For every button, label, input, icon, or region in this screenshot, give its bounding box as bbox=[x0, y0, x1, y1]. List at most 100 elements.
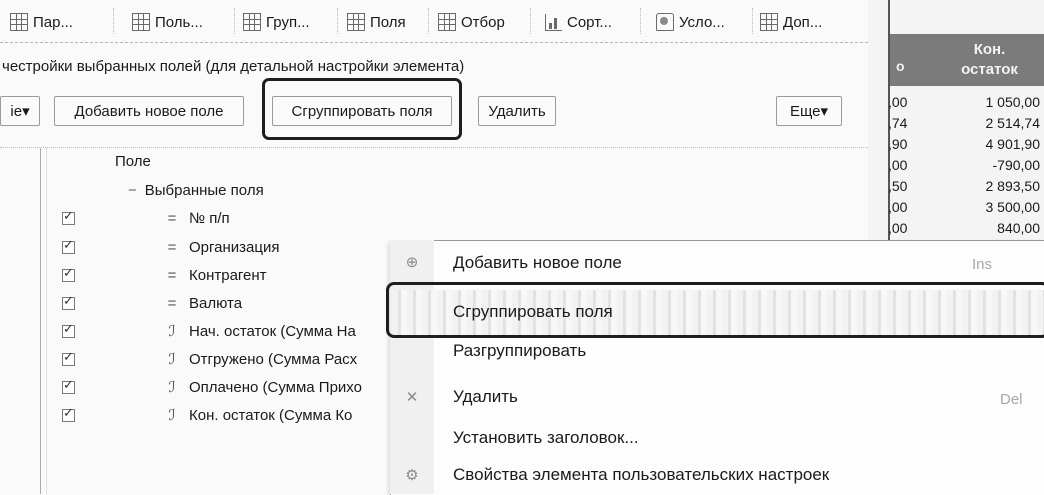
tab-parameters[interactable]: Пар... bbox=[10, 9, 73, 35]
tree-item[interactable]: = Организация bbox=[165, 236, 280, 258]
tree-item-label: № п/п bbox=[189, 209, 230, 227]
report-cell-end-balance: 1 050,00 bbox=[985, 94, 1041, 110]
left-dropdown-button[interactable]: ie▾ bbox=[0, 96, 40, 126]
tree-item[interactable]: = Контрагент bbox=[165, 264, 267, 286]
tree-item-label: Организация bbox=[189, 238, 280, 256]
tree-item-label: Валюта bbox=[189, 294, 243, 312]
report-header-title: Кон. остаток bbox=[935, 40, 1044, 80]
parameters-icon bbox=[10, 13, 28, 31]
conditional-format-icon bbox=[656, 13, 674, 31]
group-label: Выбранные поля bbox=[144, 181, 264, 199]
tree-item-label: Оплачено (Сумма Прихо bbox=[189, 378, 362, 396]
menu-item-ungroup[interactable]: Разгруппировать bbox=[453, 341, 586, 361]
group-fields-menu-highlight-frame bbox=[386, 282, 1044, 338]
tree-item[interactable]: ℐ Отгружено (Сумма Расх bbox=[165, 348, 357, 370]
collapse-icon[interactable]: − bbox=[128, 182, 137, 199]
equals-icon: = bbox=[167, 238, 177, 256]
report-cell-end-balance: -790,00 bbox=[992, 157, 1040, 173]
resource-icon: ℐ bbox=[168, 407, 176, 424]
report-cell: ,50 bbox=[888, 178, 908, 194]
tree-item[interactable]: = Валюта bbox=[165, 292, 242, 314]
header-line-2: остаток bbox=[961, 61, 1018, 78]
tab-sort[interactable]: Сорт... bbox=[545, 9, 612, 35]
tree-left-divider bbox=[40, 148, 41, 494]
tree-item-label: Контрагент bbox=[189, 266, 267, 284]
grouping-icon bbox=[243, 13, 261, 31]
equals-icon: = bbox=[167, 209, 177, 227]
tree-item[interactable]: ℐ Оплачено (Сумма Прихо bbox=[165, 376, 362, 398]
tab-label: Сорт... bbox=[567, 13, 612, 31]
user-fields-icon bbox=[132, 13, 150, 31]
tab-additional[interactable]: Доп... bbox=[760, 9, 822, 35]
fields-icon bbox=[347, 13, 365, 31]
field-checkbox[interactable] bbox=[62, 377, 75, 394]
report-cell-end-balance: 4 901,90 bbox=[985, 136, 1041, 152]
tree-item[interactable]: ℐ Нач. остаток (Сумма На bbox=[165, 320, 356, 342]
resource-icon: ℐ bbox=[168, 379, 176, 396]
report-cell: ,00 bbox=[888, 94, 908, 110]
sort-icon bbox=[545, 13, 562, 31]
add-field-icon: ⊕ bbox=[405, 254, 419, 271]
menu-item-delete[interactable]: Удалить bbox=[453, 387, 518, 407]
equals-icon: = bbox=[167, 294, 177, 312]
tab-label: Пар... bbox=[33, 13, 73, 31]
field-checkbox[interactable] bbox=[62, 349, 75, 366]
tab-label: Поль... bbox=[155, 13, 203, 31]
tab-user-fields[interactable]: Поль... bbox=[132, 9, 203, 35]
delete-icon: ✕ bbox=[405, 389, 419, 406]
tree-item-label: Кон. остаток (Сумма Ко bbox=[189, 406, 353, 424]
tree-item-label: Отгружено (Сумма Расх bbox=[189, 350, 358, 368]
shortcut-ins: Ins bbox=[972, 256, 993, 273]
add-field-button[interactable]: Добавить новое поле bbox=[54, 96, 244, 126]
shortcut-del: Del bbox=[1000, 391, 1023, 408]
tab-conditional-format[interactable]: Усло... bbox=[656, 9, 725, 35]
tab-filter[interactable]: Отбор bbox=[438, 9, 505, 35]
field-checkbox[interactable] bbox=[62, 208, 75, 225]
tab-label: Поля bbox=[370, 13, 406, 31]
more-button[interactable]: Еще▾ bbox=[776, 96, 842, 126]
header-line-1: Кон. bbox=[973, 41, 1006, 58]
delete-button[interactable]: Удалить bbox=[478, 96, 556, 126]
field-checkbox[interactable] bbox=[62, 265, 75, 282]
tab-label: Доп... bbox=[783, 13, 823, 31]
report-cell-end-balance: 3 500,00 bbox=[985, 199, 1041, 215]
menu-item-set-title[interactable]: Установить заголовок... bbox=[453, 428, 639, 448]
fields-description: честройки выбранных полей (для детальной… bbox=[2, 58, 465, 75]
report-cell-end-balance: 2 514,74 bbox=[985, 115, 1041, 131]
report-cell-end-balance: 840,00 bbox=[997, 220, 1040, 236]
report-cell: ,74 bbox=[888, 115, 908, 131]
field-checkbox[interactable] bbox=[62, 237, 75, 254]
tab-label: Отбор bbox=[461, 13, 505, 31]
field-checkbox[interactable] bbox=[62, 293, 75, 310]
tab-label: Груп... bbox=[266, 13, 310, 31]
report-cell: ,00 bbox=[888, 199, 908, 215]
field-checkbox[interactable] bbox=[62, 321, 75, 338]
tab-grouping[interactable]: Груп... bbox=[243, 9, 310, 35]
tree-left-divider-dotted bbox=[46, 148, 47, 494]
tree-group-selected-fields[interactable]: − Выбранные поля bbox=[128, 179, 264, 201]
properties-icon: ⚙ bbox=[405, 467, 419, 484]
tree-item-label: Нач. остаток (Сумма На bbox=[189, 322, 356, 340]
settings-tab-bar: Пар... Поль... Груп... Поля Отбор Сорт..… bbox=[0, 0, 868, 43]
filter-icon bbox=[438, 13, 456, 31]
report-cell-end-balance: 2 893,50 bbox=[985, 178, 1041, 194]
report-cell: ,00 bbox=[888, 157, 908, 173]
group-fields-highlight-frame bbox=[262, 78, 462, 140]
field-checkbox[interactable] bbox=[62, 405, 75, 422]
field-column-header: Поле bbox=[115, 153, 151, 170]
report-header-cut-label: о bbox=[896, 58, 905, 74]
tree-top-divider bbox=[0, 147, 868, 148]
context-menu bbox=[390, 240, 1044, 495]
equals-icon: = bbox=[167, 266, 177, 284]
context-menu-icon-strip bbox=[390, 240, 434, 494]
report-cell: ,00 bbox=[888, 220, 908, 236]
resource-icon: ℐ bbox=[168, 323, 176, 340]
menu-item-properties[interactable]: Свойства элемента пользовательских настр… bbox=[453, 465, 829, 485]
tab-fields[interactable]: Поля bbox=[347, 9, 406, 35]
additional-icon bbox=[760, 13, 778, 31]
tree-item[interactable]: = № п/п bbox=[165, 207, 230, 229]
tree-item[interactable]: ℐ Кон. остаток (Сумма Ко bbox=[165, 404, 352, 426]
tab-label: Усло... bbox=[679, 13, 725, 31]
menu-item-add-field[interactable]: Добавить новое поле bbox=[453, 253, 622, 273]
report-cell: ,90 bbox=[888, 136, 908, 152]
